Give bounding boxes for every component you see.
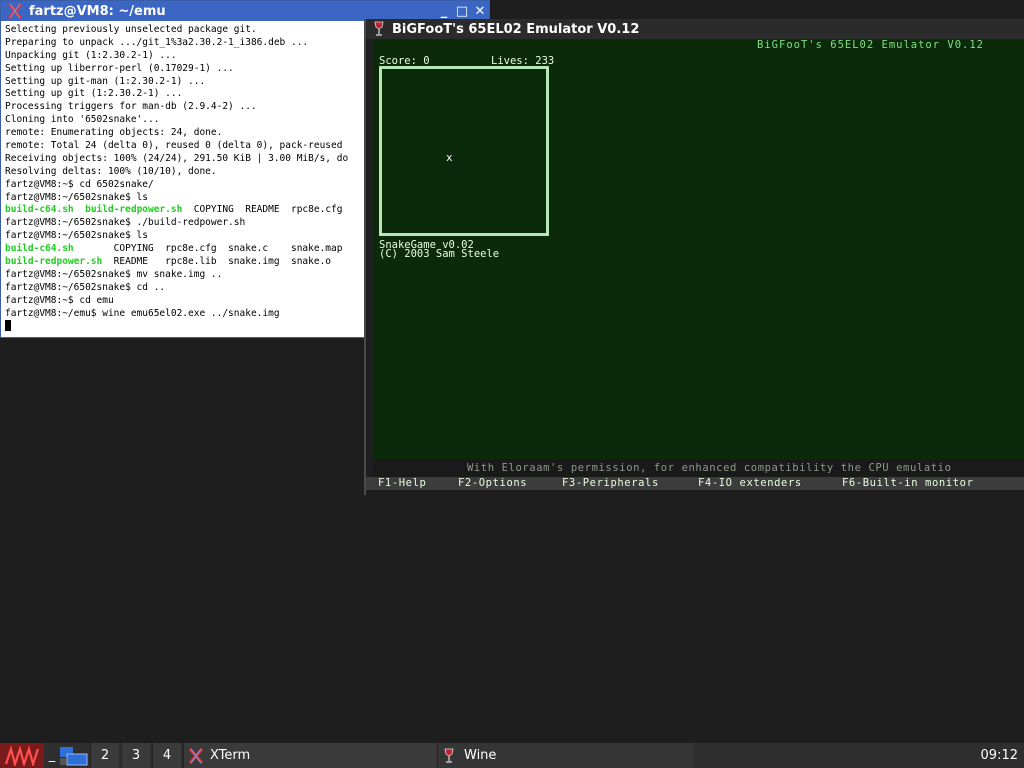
terminal-text: build-redpower.sh	[85, 204, 183, 216]
minimize-button[interactable]: _	[435, 2, 453, 20]
terminal-line: Setting up git-man (1:2.30.2-1) ...	[5, 76, 363, 89]
wine-glass-icon	[444, 748, 454, 763]
terminal-text: fartz@VM8:~/6502snake$ ./build-redpower.…	[5, 217, 246, 229]
terminal-line: fartz@VM8:~/6502snake$ ls	[5, 192, 363, 205]
workspace-label: 3	[131, 748, 141, 763]
terminal-text: remote: Total 24 (delta 0), reused 0 (de…	[5, 140, 343, 152]
terminal-line: Selecting previously unselected package …	[5, 24, 363, 37]
emulator-title: BiGFooT's 65EL02 Emulator V0.12	[392, 21, 640, 37]
desktop-logo-icon	[4, 745, 40, 766]
game-copyright: (C) 2003 Sam Steele	[379, 248, 500, 260]
terminal-text: Resolving deltas: 100% (10/10), done.	[5, 165, 217, 177]
terminal-line: fartz@VM8:~$ cd 6502snake/	[5, 179, 363, 192]
terminal-line: fartz@VM8:~/6502snake$ ls	[5, 230, 363, 243]
terminal-text: fartz@VM8:~/6502snake$ mv snake.img ..	[5, 268, 223, 280]
task-label: XTerm	[210, 748, 251, 763]
terminal-line: build-redpower.sh README rpc8e.lib snake…	[5, 256, 363, 269]
emulator-marquee: With Eloraam's permission, for enhanced …	[373, 459, 1024, 477]
terminal-text: README rpc8e.lib snake.img snake.o	[102, 256, 332, 268]
xterm-title: fartz@VM8: ~/emu	[29, 3, 166, 19]
f2-options-key[interactable]: F2-Options	[458, 477, 527, 490]
minimize-all-button[interactable]: _	[46, 743, 58, 768]
f6-monitor-key[interactable]: F6-Built-in monitor	[842, 477, 974, 490]
workspace-2[interactable]: 2	[90, 743, 119, 768]
f1-help-key[interactable]: F1-Help	[378, 477, 426, 490]
terminal-line: fartz@VM8:~/6502snake$ mv snake.img ..	[5, 269, 363, 282]
terminal-prompt-line[interactable]	[5, 320, 363, 333]
terminal-text: build-redpower.sh	[5, 256, 103, 268]
terminal-line: Setting up git (1:2.30.2-1) ...	[5, 88, 363, 101]
workspace-label: 2	[100, 748, 110, 763]
terminal-text: fartz@VM8:~/6502snake$ ls	[5, 230, 148, 242]
snake-playfield[interactable]: x	[379, 66, 549, 236]
start-menu-button[interactable]	[0, 743, 44, 768]
minimize-all-icon: _	[48, 748, 56, 763]
f4-io-extenders-key[interactable]: F4-IO extenders	[698, 477, 802, 490]
xterm-x-icon	[7, 3, 23, 19]
marquee-text: With Eloraam's permission, for enhanced …	[467, 462, 952, 474]
terminal-text: remote: Enumerating objects: 24, done.	[5, 127, 223, 139]
terminal-line: Setting up liberror-perl (0.17029-1) ...	[5, 63, 363, 76]
terminal-text: build-c64.sh	[5, 204, 74, 216]
workspace-3[interactable]: 3	[121, 743, 150, 768]
close-button[interactable]: ✕	[471, 2, 489, 20]
terminal-line: Preparing to unpack .../git_1%3a2.30.2-1…	[5, 37, 363, 50]
terminal-line: remote: Enumerating objects: 24, done.	[5, 127, 363, 140]
terminal-line: fartz@VM8:~/emu$ wine emu65el02.exe ../s…	[5, 308, 363, 321]
terminal-line: Receiving objects: 100% (24/24), 291.50 …	[5, 153, 363, 166]
terminal-text: Receiving objects: 100% (24/24), 291.50 …	[5, 152, 349, 164]
task-label: Wine	[464, 748, 497, 763]
terminal-text: Setting up liberror-perl (0.17029-1) ...	[5, 62, 234, 74]
terminal-text: Setting up git-man (1:2.30.2-1) ...	[5, 75, 206, 87]
f3-peripherals-key[interactable]: F3-Peripherals	[562, 477, 659, 490]
emulator-header-title: BiGFooT's 65EL02 Emulator V0.12	[757, 40, 984, 51]
terminal-text: Preparing to unpack .../git_1%3a2.30.2-1…	[5, 36, 309, 48]
terminal-text: Cloning into '6502snake'...	[5, 114, 160, 126]
terminal-text: COPYING rpc8e.cfg snake.c snake.map	[73, 243, 343, 255]
terminal-text: fartz@VM8:~/6502snake$ ls	[5, 191, 148, 203]
terminal-output[interactable]: Selecting previously unselected package …	[5, 24, 363, 336]
taskbar: _ 2 3 4 XTerm Wine 09:12	[0, 743, 1024, 768]
terminal-line: Resolving deltas: 100% (10/10), done.	[5, 166, 363, 179]
task-wine[interactable]: Wine	[437, 743, 694, 768]
function-key-bar: F1-Help F2-Options F3-Peripherals F4-IO …	[366, 477, 1024, 490]
terminal-text: Setting up git (1:2.30.2-1) ...	[5, 88, 183, 100]
terminal-text: COPYING README rpc8e.cfg	[182, 204, 343, 216]
terminal-line: fartz@VM8:~/6502snake$ ./build-redpower.…	[5, 217, 363, 230]
maximize-button[interactable]: □	[453, 2, 471, 20]
terminal-line: build-c64.sh COPYING rpc8e.cfg snake.c s…	[5, 243, 363, 256]
workspace-pager-icon	[60, 746, 88, 765]
terminal-text: Selecting previously unselected package …	[5, 24, 257, 35]
terminal-line: Processing triggers for man-db (2.9.4-2)…	[5, 101, 363, 114]
terminal-text: Processing triggers for man-db (2.9.4-2)…	[5, 101, 257, 113]
terminal-text: fartz@VM8:~$ cd emu	[5, 294, 114, 306]
xterm-titlebar[interactable]: fartz@VM8: ~/emu _ □ ✕	[1, 1, 489, 21]
workspace-4[interactable]: 4	[152, 743, 181, 768]
terminal-text: Unpacking git (1:2.30.2-1) ...	[5, 49, 177, 61]
terminal-line: Cloning into '6502snake'...	[5, 114, 363, 127]
terminal-line: Unpacking git (1:2.30.2-1) ...	[5, 50, 363, 63]
terminal-text: fartz@VM8:~$ cd 6502snake/	[5, 178, 154, 190]
emulator-titlebar[interactable]: BiGFooT's 65EL02 Emulator V0.12	[366, 19, 1024, 39]
terminal-text: fartz@VM8:~/emu$ wine emu65el02.exe ../s…	[5, 307, 280, 319]
terminal-text: build-c64.sh	[5, 243, 74, 255]
terminal-line: fartz@VM8:~$ cd emu	[5, 295, 363, 308]
wine-glass-icon	[374, 21, 384, 36]
workspace-1[interactable]	[58, 743, 90, 768]
emulator-screen[interactable]: BiGFooT's 65EL02 Emulator V0.12 Score: 0…	[373, 40, 1024, 485]
terminal-text: fartz@VM8:~/6502snake$ cd ..	[5, 281, 166, 293]
workspace-label: 4	[162, 748, 172, 763]
task-xterm[interactable]: XTerm	[183, 743, 440, 768]
emulator-window[interactable]: BiGFooT's 65EL02 Emulator V0.12 BiGFooT'…	[364, 19, 1024, 495]
terminal-line: remote: Total 24 (delta 0), reused 0 (de…	[5, 140, 363, 153]
terminal-line: build-c64.sh build-redpower.sh COPYING R…	[5, 204, 363, 217]
terminal-line: fartz@VM8:~/6502snake$ cd ..	[5, 282, 363, 295]
terminal-cursor	[5, 320, 11, 332]
xterm-x-icon	[188, 747, 204, 764]
clock[interactable]: 09:12	[981, 743, 1018, 768]
snake-food: x	[446, 151, 453, 164]
